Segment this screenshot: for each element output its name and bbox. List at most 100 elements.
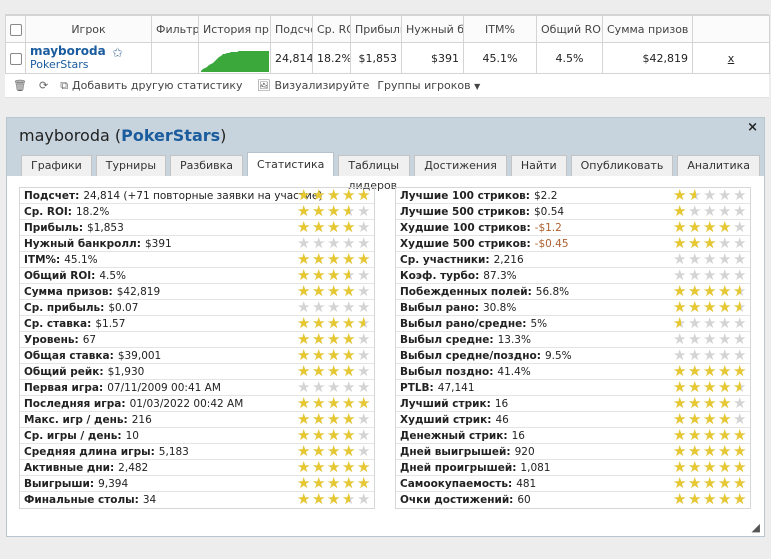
add-stat-icon[interactable]: ⧉ — [60, 79, 68, 93]
star-icon: ★★ — [342, 378, 356, 396]
star-icon: ★★ — [673, 362, 687, 380]
tab-6[interactable]: Найти — [510, 155, 567, 176]
stat-label: Побежденных полей: — [400, 285, 532, 298]
tab-2[interactable]: Разбивка — [170, 155, 244, 176]
resize-handle-icon[interactable]: ◢ — [752, 521, 760, 534]
star-icon: ★★ — [673, 218, 687, 236]
star-icon: ★★ — [297, 330, 311, 348]
stat-label: Нужный банкролл: — [24, 237, 141, 250]
header-prizes[interactable]: Сумма призов — [602, 15, 693, 43]
star-icon: ★★ — [297, 410, 311, 428]
header-bankroll[interactable]: Нужный б — [401, 15, 464, 43]
header-itm[interactable]: ITM% — [463, 15, 537, 43]
stat-label: Выбыл поздно: — [400, 365, 494, 378]
avg-roi-cell: 18.2% — [312, 42, 351, 74]
tab-3[interactable]: Статистика — [247, 152, 335, 176]
star-icon: ★★ — [673, 234, 687, 252]
stat-label: Выигрыши: — [24, 477, 95, 490]
header-profit[interactable]: Прибыль — [350, 15, 402, 43]
tab-7[interactable]: Опубликовать — [570, 155, 674, 176]
star-icon: ★★ — [733, 490, 747, 508]
star-rating: ★★★★★★★★★★ — [673, 412, 748, 427]
stat-label: Выбыл средне: — [400, 333, 494, 346]
star-icon: ★★ — [733, 394, 747, 412]
star-icon: ★★ — [673, 442, 687, 460]
stat-value: 16 — [511, 429, 525, 442]
star-icon: ★★ — [327, 394, 341, 412]
star-icon: ★★ — [733, 458, 747, 476]
header-filter[interactable]: Фильтр — [151, 15, 199, 43]
stat-label: Худшие 100 стриков: — [400, 221, 531, 234]
star-icon: ★★ — [342, 458, 356, 476]
close-icon[interactable]: × — [747, 120, 758, 135]
stat-value: 45.1% — [64, 253, 98, 266]
star-icon: ★★ — [357, 346, 371, 364]
row-checkbox[interactable] — [10, 52, 22, 65]
star-rating: ★★★★★★★★★★ — [673, 236, 748, 251]
stat-value: 01/03/2022 00:42 AM — [129, 397, 244, 410]
tab-5[interactable]: Достижения — [414, 155, 507, 176]
add-stat-button[interactable]: Добавить другую статистику — [72, 79, 243, 92]
stat-value: 2,482 — [118, 461, 149, 474]
star-icon: ★★ — [297, 202, 311, 220]
star-icon: ★★ — [718, 346, 732, 364]
stat-value: $42,819 — [116, 285, 161, 298]
header-history[interactable]: История пр — [198, 15, 271, 43]
star-rating: ★★★★★★★★★★ — [673, 300, 748, 315]
star-rating: ★★★★★★★★★★ — [673, 252, 748, 267]
star-icon: ★★ — [357, 218, 371, 236]
star-icon: ★★ — [327, 186, 341, 204]
star-rating: ★★★★★★★★★★ — [297, 476, 372, 491]
stat-label: Уровень: — [24, 333, 79, 346]
star-icon: ★★ — [733, 186, 747, 204]
header-count[interactable]: Подсчет — [270, 15, 313, 43]
star-icon: ★★ — [688, 218, 702, 236]
stat-row: Финальные столы:34★★★★★★★★★★ — [20, 492, 374, 508]
player-table: Игрок Фильтр История пр Подсчет Ср. RO П… — [5, 14, 770, 98]
player-site-link[interactable]: PokerStars — [30, 58, 147, 72]
stat-label: Ср. прибыль: — [24, 301, 105, 314]
row-select-cell[interactable] — [5, 42, 26, 74]
stat-label: Первая игра: — [24, 381, 104, 394]
favorite-star-icon[interactable]: ✩ — [112, 46, 123, 61]
star-icon: ★★ — [673, 330, 687, 348]
player-groups-label: Группы игроков — [377, 79, 471, 92]
star-rating: ★★★★★★★★★★ — [297, 380, 372, 395]
star-icon: ★★ — [673, 314, 687, 332]
star-icon: ★★ — [312, 202, 326, 220]
star-rating: ★★★★★★★★★★ — [297, 412, 372, 427]
panel-site-name[interactable]: PokerStars — [121, 126, 220, 145]
player-groups-dropdown[interactable]: Группы игроков ▼ — [377, 79, 480, 92]
tab-4[interactable]: Таблицы лидеров — [338, 155, 411, 192]
filter-cell[interactable] — [151, 42, 199, 74]
star-icon: ★★ — [718, 378, 732, 396]
refresh-icon[interactable]: ⟳ — [39, 79, 48, 92]
star-icon: ★★ — [357, 186, 371, 204]
select-all-checkbox[interactable] — [10, 23, 22, 36]
star-rating: ★★★★★★★★★★ — [297, 316, 372, 331]
player-cell: mayboroda PokerStars ✩ — [25, 42, 152, 74]
remove-player-link[interactable]: x — [692, 42, 770, 74]
tab-8[interactable]: Аналитика — [677, 155, 760, 176]
star-icon: ★★ — [673, 410, 687, 428]
select-all-cell[interactable] — [5, 15, 26, 43]
player-name-link[interactable]: mayboroda — [30, 44, 147, 58]
star-rating: ★★★★★★★★★★ — [673, 492, 748, 507]
stat-label: Денежный стрик: — [400, 429, 508, 442]
star-icon: ★★ — [733, 346, 747, 364]
trash-icon[interactable]: 🗑 — [13, 79, 27, 92]
visualize-button[interactable]: Визуализируйте — [275, 79, 370, 92]
tab-1[interactable]: Турниры — [95, 155, 167, 176]
star-icon: ★★ — [297, 346, 311, 364]
stat-label: Выбыл средне/поздно: — [400, 349, 541, 362]
header-avg-roi[interactable]: Ср. RO — [312, 15, 351, 43]
header-total-roi[interactable]: Общий ROI — [536, 15, 603, 43]
star-icon: ★★ — [688, 266, 702, 284]
header-player[interactable]: Игрок — [25, 15, 152, 43]
image-icon[interactable]: 🖼 — [257, 79, 271, 92]
star-icon: ★★ — [297, 266, 311, 284]
tab-0[interactable]: Графики — [21, 155, 92, 176]
stat-value: -$1.2 — [534, 221, 562, 234]
star-icon: ★★ — [673, 458, 687, 476]
total-roi-cell: 4.5% — [536, 42, 603, 74]
